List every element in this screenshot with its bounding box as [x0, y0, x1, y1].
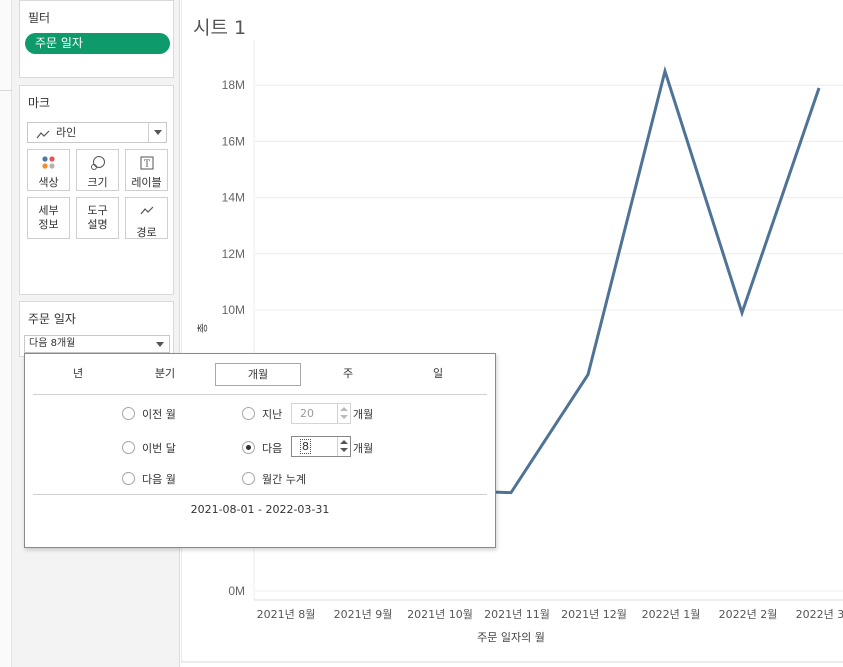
- color-button[interactable]: 색상: [27, 149, 70, 191]
- y-tick-label: 16M: [222, 134, 245, 148]
- x-tick-label: 2021년 9월: [334, 608, 393, 621]
- tab-0[interactable]: 년: [35, 363, 121, 386]
- worksheet-canvas: 시트 1 0M 10M 12M 14M 16M 18M 2021년 8월 2021년 9월 20…: [181, 0, 843, 667]
- mark-type-label: 라인: [56, 126, 77, 139]
- path-label: 경로: [136, 226, 157, 239]
- tooltip-button[interactable]: 도구 설명: [76, 197, 119, 239]
- relative-date-popup: 년 분기 개월 주 일 이전 월 지난 20 개월 이번 달 다음 8 개월 다음 월 …: [24, 353, 496, 548]
- tooltip-label: 도구 설명: [87, 204, 108, 231]
- label-last-n: 지난: [262, 408, 283, 421]
- y-axis-title: 총: [196, 323, 209, 333]
- label-last-n-unit: 개월: [353, 408, 374, 421]
- detail-label: 세부 정보: [38, 204, 59, 231]
- text-label-icon: T: [126, 155, 167, 171]
- radio-previous-month[interactable]: [122, 407, 135, 420]
- date-filter-dropdown[interactable]: 다음 8개월: [24, 335, 170, 353]
- label-month-to-date: 월간 누계: [262, 473, 306, 486]
- x-tick-label: 2021년 10월: [407, 608, 473, 621]
- detail-button[interactable]: 세부 정보: [27, 197, 70, 239]
- label-button[interactable]: T 레이블: [125, 149, 168, 191]
- tab-3[interactable]: 주: [305, 363, 391, 386]
- line-mark-icon: [36, 127, 50, 146]
- filter-pill-order-date[interactable]: 주문 일자: [25, 33, 170, 54]
- marks-title: 마크: [28, 96, 51, 110]
- last-n-spin-buttons[interactable]: [337, 404, 350, 423]
- radio-next-n-months[interactable]: [242, 441, 255, 454]
- radio-next-month[interactable]: [122, 472, 135, 485]
- path-button[interactable]: 경로: [125, 197, 168, 239]
- tab-4[interactable]: 일: [395, 363, 481, 386]
- label-next-n: 다음: [262, 442, 283, 455]
- date-filter-card: 주문 일자 다음 8개월: [19, 301, 174, 357]
- arrow-up-icon: [340, 440, 348, 444]
- label-label: 레이블: [131, 176, 162, 189]
- y-tick-label: 12M: [222, 247, 245, 261]
- filters-title: 필터: [28, 11, 51, 25]
- y-tick-label: 10M: [222, 303, 245, 317]
- date-range-text: 2021-08-01 - 2022-03-31: [190, 503, 330, 516]
- tab-2[interactable]: 개월: [215, 363, 301, 386]
- date-filter-value: 다음 8개월: [29, 338, 76, 349]
- tab-1[interactable]: 분기: [122, 363, 208, 386]
- size-label: 크기: [87, 176, 108, 189]
- label-this-month: 이번 달: [142, 442, 176, 455]
- color-label: 색상: [38, 176, 59, 189]
- x-tick-label: 2021년 12월: [561, 608, 627, 621]
- size-button[interactable]: 크기: [76, 149, 119, 191]
- label-previous-month: 이전 월: [142, 408, 176, 421]
- radio-this-month[interactable]: [122, 441, 135, 454]
- last-n-value: 20: [300, 407, 314, 420]
- color-dots-icon: [28, 155, 69, 171]
- mark-type-dropdown[interactable]: 라인: [27, 122, 167, 143]
- x-tick-label: 2022년 2월: [719, 608, 778, 621]
- date-filter-title: 주문 일자: [28, 312, 76, 326]
- strip-divider: [0, 90, 12, 91]
- size-circles-icon: [77, 155, 118, 171]
- next-n-value: 8: [300, 439, 311, 454]
- chevron-down-icon: [156, 342, 164, 347]
- x-axis-title: 주문 일자의 월: [477, 630, 545, 644]
- y-tick-label: 0M: [228, 584, 245, 598]
- x-tick-label: 2021년 11월: [484, 608, 550, 621]
- label-next-month: 다음 월: [142, 473, 176, 486]
- label-next-n-unit: 개월: [353, 442, 374, 455]
- left-edge-strip: [0, 0, 12, 667]
- line-chart: 0M 10M 12M 14M 16M 18M 2021년 8월 2021년 9월 2021년 1…: [181, 0, 843, 663]
- y-tick-label: 14M: [222, 191, 245, 205]
- last-n-months-stepper[interactable]: 20: [291, 403, 351, 424]
- popup-bottom-separator: [33, 494, 487, 495]
- path-line-icon: [126, 203, 167, 219]
- popup-top-separator: [33, 394, 487, 395]
- next-n-months-stepper[interactable]: 8: [291, 436, 351, 457]
- date-filter-arrow[interactable]: [151, 336, 169, 352]
- x-tick-label: 2021년 8월: [257, 608, 316, 621]
- x-tick-label: 2022년 1월: [642, 608, 701, 621]
- mark-type-arrow[interactable]: [148, 123, 166, 142]
- arrow-down-icon: [340, 415, 348, 419]
- radio-last-n-months[interactable]: [242, 407, 255, 420]
- arrow-up-icon: [340, 407, 348, 411]
- sidebar: 필터 주문 일자 마크 라인 색상 크기 T 레이블 세부 정보 도구 설명 경…: [12, 0, 180, 667]
- y-tick-label: 18M: [222, 78, 245, 92]
- marks-card: 마크 라인 색상 크기 T 레이블 세부 정보 도구 설명 경로: [19, 85, 174, 295]
- svg-text:T: T: [143, 160, 149, 170]
- chevron-down-icon: [154, 130, 162, 135]
- radio-month-to-date[interactable]: [242, 472, 255, 485]
- filters-card: 필터 주문 일자: [19, 0, 174, 78]
- arrow-down-icon: [340, 448, 348, 452]
- next-n-spin-buttons[interactable]: [337, 437, 350, 456]
- x-tick-label: 2022년 3월: [796, 608, 843, 621]
